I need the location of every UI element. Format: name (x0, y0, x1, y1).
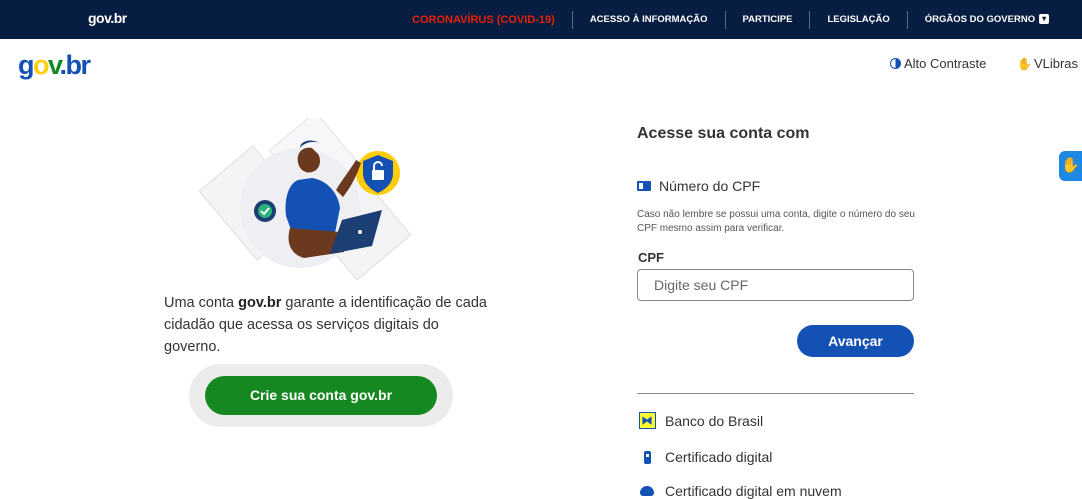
nav-participe[interactable]: PARTICIPE (724, 10, 810, 29)
logo-o: o (33, 50, 50, 80)
nav-acesso-informacao[interactable]: ACESSO À INFORMAÇÃO (571, 10, 725, 29)
login-option-certificado-nuvem[interactable]: Certificado digital em nuvem (637, 483, 842, 499)
login-option-certificado-digital[interactable]: Certificado digital (637, 449, 772, 465)
option-label-certificado: Certificado digital (665, 449, 773, 465)
login-option-banco-do-brasil[interactable]: ⧓ Banco do Brasil (637, 412, 763, 429)
nav-covid[interactable]: CORONAVÍRUS (COVID-19) (395, 11, 572, 29)
vlibras-link[interactable]: ✋ VLibras (1017, 56, 1078, 71)
top-nav: CORONAVÍRUS (COVID-19) ACESSO À INFORMAÇ… (395, 0, 1066, 39)
contrast-icon (890, 58, 901, 69)
vlibras-widget-button[interactable]: ✋ (1059, 151, 1082, 181)
govbr-small-logo[interactable]: gov.br (88, 10, 127, 26)
cpf-hint: Caso não lembre se possui uma conta, dig… (637, 209, 915, 234)
top-bar: gov.br CORONAVÍRUS (COVID-19) ACESSO À I… (0, 0, 1082, 39)
tagline: Uma conta gov.br garante a identificação… (164, 292, 494, 358)
option-label-banco: Banco do Brasil (665, 412, 764, 429)
option-label-nuvem: Certificado digital em nuvem (665, 483, 842, 499)
chevron-down-icon: ▾ (1039, 13, 1050, 24)
logo-v: v (48, 50, 61, 80)
tagline-brand: gov.br (238, 295, 282, 311)
next-button[interactable]: Avançar (797, 325, 914, 357)
cpf-option-label: Número do CPF (659, 178, 761, 194)
nav-orgaos-governo[interactable]: ÓRGÃOS DO GOVERNO ▾ (906, 10, 1066, 29)
id-card-icon (637, 181, 651, 191)
login-title: Acesse sua conta com (637, 125, 810, 142)
vlibras-label: VLibras (1033, 56, 1079, 71)
cpf-login-option: Número do CPF (637, 178, 760, 194)
create-account-button[interactable]: Crie sua conta gov.br (205, 376, 437, 415)
divider (637, 393, 914, 394)
nav-orgaos-label: ÓRGÃOS DO GOVERNO (924, 13, 1036, 25)
contrast-label: Alto Contraste (904, 56, 987, 71)
logo-br: br (65, 50, 92, 80)
nav-legislacao[interactable]: LEGISLAÇÃO (809, 10, 906, 29)
banco-do-brasil-icon: ⧓ (638, 412, 656, 429)
cpf-label: CPF (638, 250, 664, 265)
logo-g: g (18, 50, 35, 80)
account-illustration (198, 118, 412, 281)
shield-lock-icon (356, 151, 400, 195)
usb-token-icon (643, 450, 651, 464)
tagline-text-pre: Uma conta (164, 295, 239, 311)
high-contrast-toggle[interactable]: Alto Contraste (890, 56, 986, 71)
govbr-logo[interactable]: gov.br (18, 50, 92, 81)
cpf-input[interactable] (637, 269, 914, 301)
hands-icon: ✋ (1061, 157, 1080, 174)
check-badge-icon (254, 200, 276, 222)
create-account-container: Crie sua conta gov.br (189, 364, 453, 427)
sign-language-icon: ✋ (1017, 57, 1032, 71)
